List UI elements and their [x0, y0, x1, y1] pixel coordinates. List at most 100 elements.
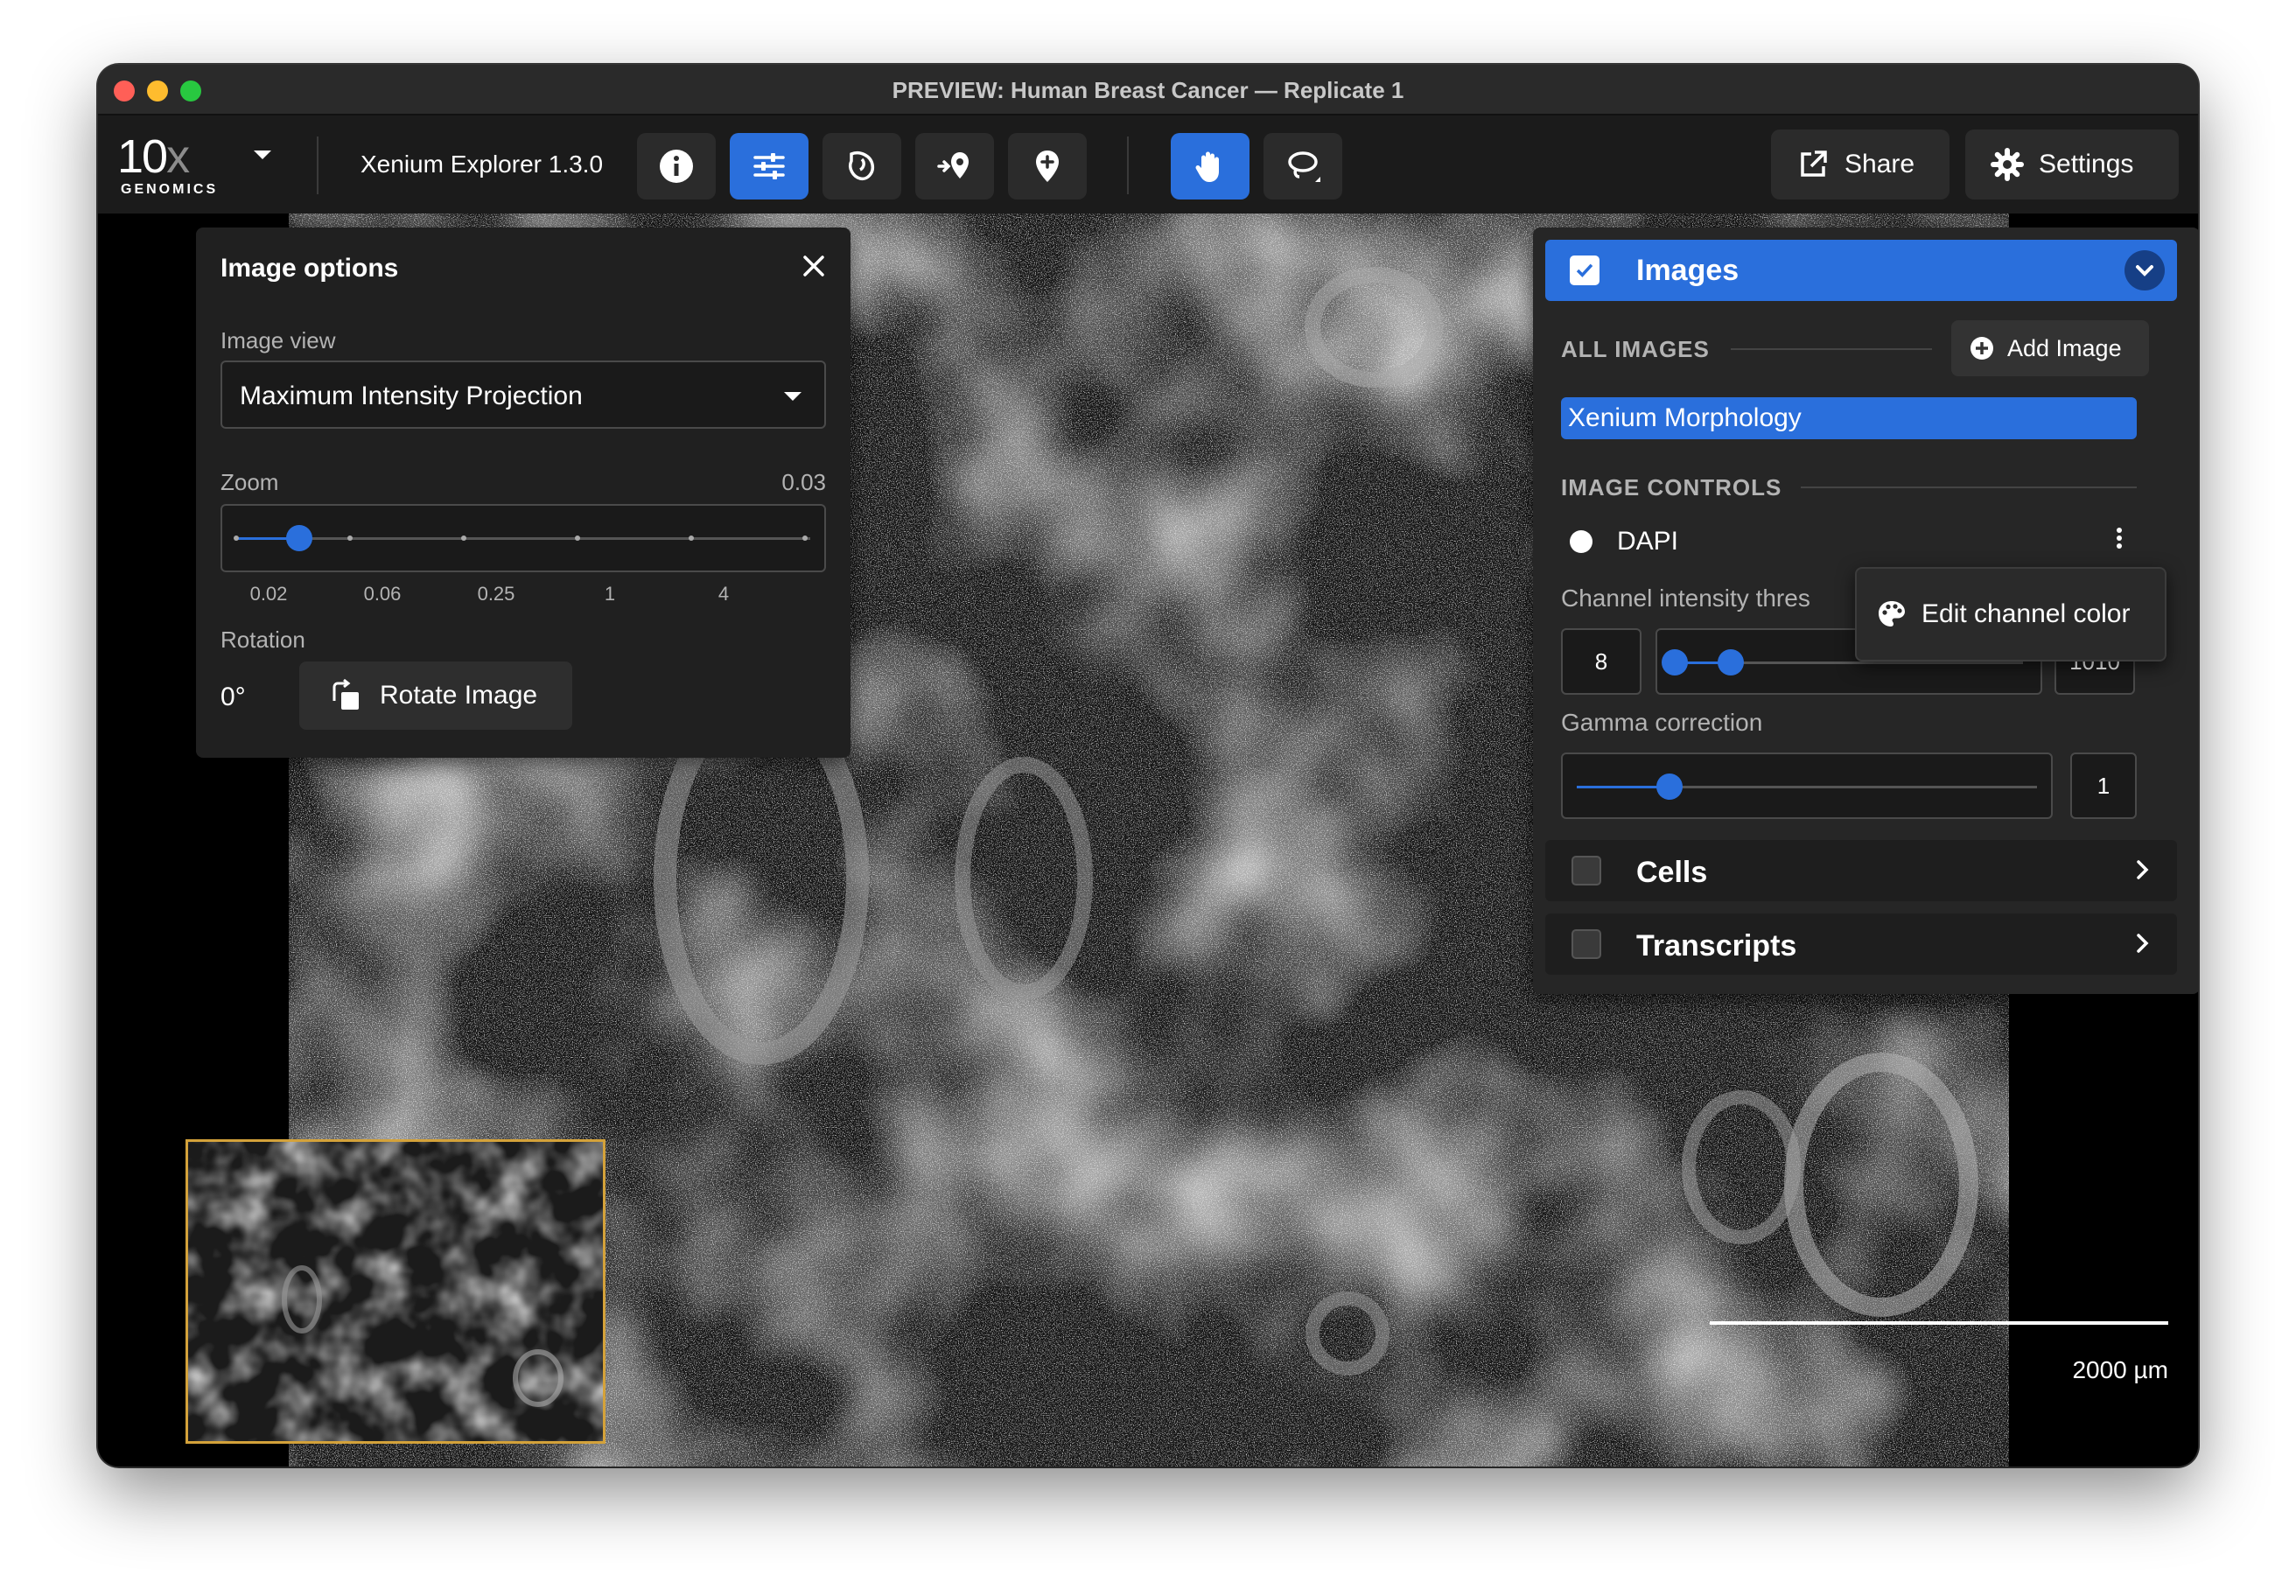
add-image-button[interactable]: Add Image — [1951, 320, 2149, 376]
pin-add-icon — [1036, 150, 1059, 182]
pin-add-button[interactable] — [1008, 133, 1087, 200]
image-view-label: Image view — [220, 327, 336, 354]
toolbar-divider — [1127, 136, 1129, 194]
toolbar-divider — [317, 136, 318, 194]
zoom-tick-label: 1 — [604, 583, 616, 605]
image-view-select[interactable]: Maximum Intensity Projection — [220, 360, 826, 429]
chevron-right-icon — [2137, 860, 2149, 879]
logo-subtitle: GENOMICS — [121, 182, 219, 197]
channel-name: DAPI — [1617, 527, 1679, 556]
info-icon — [660, 150, 693, 183]
gamma-label: Gamma correction — [1561, 709, 1763, 736]
image-controls-label: IMAGE CONTROLS — [1561, 474, 1782, 500]
zoom-tick-label: 0.06 — [363, 583, 402, 605]
gear-icon — [1991, 148, 2024, 181]
hand-pan-icon — [1195, 151, 1219, 182]
image-options-panel: Image options Image view Maximum Intensi… — [196, 228, 850, 758]
lasso-tool-button[interactable] — [1264, 133, 1342, 200]
zoom-tick-label: 0.02 — [249, 583, 288, 605]
image-options-button[interactable] — [730, 133, 808, 200]
add-location-icon — [937, 152, 969, 178]
image-view-value: Maximum Intensity Projection — [240, 382, 583, 410]
zoom-value: 0.03 — [781, 469, 826, 495]
chevron-down-icon — [2136, 265, 2153, 276]
images-title: Images — [1636, 254, 1740, 287]
share-button[interactable]: Share — [1771, 130, 1950, 200]
zoom-label: Zoom — [220, 469, 279, 495]
channel-color-dot[interactable] — [1570, 530, 1592, 553]
sliders-icon — [753, 153, 785, 179]
cell-segmentation-button[interactable] — [822, 133, 901, 200]
minimap-thumbnail — [188, 1142, 603, 1441]
info-button[interactable] — [637, 133, 716, 200]
zoom-tick — [347, 536, 353, 541]
zoom-tick — [689, 536, 694, 541]
intensity-max-thumb[interactable] — [1718, 649, 1744, 676]
gamma-slider-thumb[interactable] — [1656, 774, 1683, 800]
pan-tool-button[interactable] — [1171, 133, 1250, 200]
app-version: Xenium Explorer 1.3.0 — [360, 150, 604, 178]
zoom-tick — [802, 536, 808, 541]
section-divider — [1801, 486, 2137, 488]
zoom-tick — [234, 536, 239, 541]
share-icon — [1801, 150, 1827, 177]
cells-title: Cells — [1636, 856, 1708, 889]
palette-icon — [1879, 601, 1905, 626]
cells-checkbox[interactable] — [1572, 856, 1601, 886]
window-title: PREVIEW: Human Breast Cancer — Replicate… — [892, 77, 1404, 103]
intensity-min-input[interactable]: 8 — [1561, 628, 1642, 695]
image-options-title: Image options — [220, 254, 399, 283]
settings-button[interactable]: Settings — [1965, 130, 2179, 200]
logo[interactable]: 10x GENOMICS — [117, 130, 257, 200]
edit-channel-color-label: Edit channel color — [1922, 599, 2131, 628]
settings-label: Settings — [2039, 150, 2134, 178]
section-divider — [1731, 348, 1932, 350]
chevron-down-icon — [784, 392, 802, 401]
rotation-value: 0° — [220, 682, 246, 711]
cell-segmentation-icon — [849, 151, 875, 181]
title-bar: PREVIEW: Human Breast Cancer — Replicate… — [98, 65, 2198, 116]
transcripts-section-header[interactable]: Transcripts — [1545, 914, 2177, 975]
collapse-images-button[interactable] — [2124, 250, 2165, 290]
lasso-icon — [1288, 151, 1320, 182]
plus-circle-icon — [1970, 337, 1993, 360]
zoom-tick — [461, 536, 466, 541]
images-section-header[interactable]: Images — [1545, 240, 2177, 301]
more-vert-icon[interactable] — [2110, 525, 2128, 555]
rotate-image-label: Rotate Image — [380, 681, 538, 710]
transcripts-checkbox[interactable] — [1572, 929, 1601, 959]
image-list-item[interactable]: Xenium Morphology — [1561, 397, 2137, 439]
zoom-slider[interactable] — [220, 504, 826, 572]
zoom-tick-label: 0.25 — [477, 583, 515, 605]
scale-bar — [1710, 1321, 2168, 1325]
close-icon[interactable] — [800, 252, 828, 280]
minimap[interactable] — [186, 1139, 606, 1444]
toolbar: 10x GENOMICS Xenium Explorer 1.3.0 Share… — [98, 116, 2198, 214]
gamma-slider[interactable] — [1561, 752, 2053, 819]
gamma-input[interactable]: 1 — [2070, 752, 2137, 819]
cells-section-header[interactable]: Cells — [1545, 840, 2177, 901]
logo-main-text: 10 — [117, 130, 168, 183]
channel-intensity-label: Channel intensity thres — [1561, 584, 1810, 612]
all-images-label: ALL IMAGES — [1561, 336, 1710, 362]
zoom-slider-thumb[interactable] — [286, 525, 312, 551]
rotate-image-button[interactable]: Rotate Image — [299, 662, 572, 730]
zoom-tick-label: 4 — [718, 583, 730, 605]
edit-channel-color-menu-item[interactable]: Edit channel color — [1855, 567, 2166, 662]
logo-x-text: x — [166, 130, 190, 183]
scale-bar-label: 2000 µm — [2072, 1356, 2168, 1383]
checkmark-icon — [1576, 263, 1593, 277]
transcripts-title: Transcripts — [1636, 929, 1797, 962]
add-image-label: Add Image — [2007, 334, 2122, 361]
chevron-right-icon — [2137, 934, 2149, 953]
rotate-icon — [332, 678, 359, 710]
add-location-button[interactable] — [915, 133, 994, 200]
zoom-tick — [575, 536, 580, 541]
app-window: PREVIEW: Human Breast Cancer — Replicate… — [98, 65, 2198, 1466]
intensity-min-thumb[interactable] — [1662, 649, 1688, 676]
image-viewer[interactable]: 2000 µm Image options Image view Maximum… — [98, 214, 2198, 1466]
share-label: Share — [1844, 150, 1915, 178]
chevron-down-icon[interactable] — [254, 150, 271, 159]
rotation-label: Rotation — [220, 626, 305, 653]
images-checkbox[interactable] — [1570, 256, 1600, 285]
